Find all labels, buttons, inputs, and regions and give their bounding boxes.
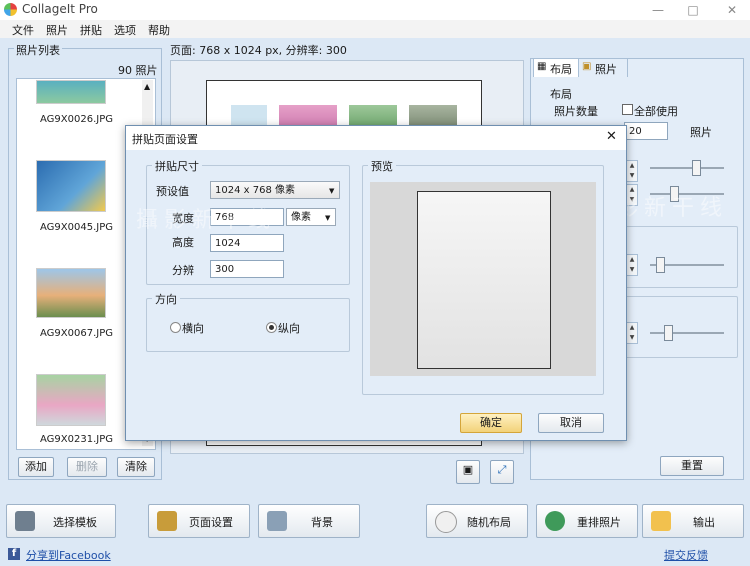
menu-photo[interactable]: 照片 [46, 22, 68, 38]
page-setup-button[interactable]: 页面设置 [148, 504, 250, 538]
layout-group-label: 布局 [550, 88, 572, 101]
photo-filename: AG9X0067.JPG [40, 328, 113, 339]
photo-thumbnail[interactable] [36, 160, 106, 212]
size-group-label: 拼贴尺寸 [152, 158, 202, 174]
photo-count-label: 90 照片 [118, 64, 158, 77]
app-logo-icon [4, 3, 17, 16]
crop-fit-icon[interactable]: ▣ [456, 460, 480, 484]
random-layout-label: 随机布局 [467, 516, 511, 529]
output-icon [651, 511, 671, 531]
facebook-icon: f [8, 548, 20, 560]
photo-icon: ▣ [582, 61, 592, 72]
unit-select[interactable]: 像素 ▼ [286, 208, 336, 226]
preset-select[interactable]: 1024 x 768 像素 ▼ [210, 181, 340, 199]
choose-template-button[interactable]: 选择模板 [6, 504, 116, 538]
random-layout-button[interactable]: 随机布局 [426, 504, 528, 538]
dialog-close-icon[interactable]: ✕ [606, 129, 617, 144]
feedback-link[interactable]: 提交反馈 [664, 547, 708, 563]
photo-filename: AG9X0231.JPG [40, 434, 113, 445]
preset-value: 1024 x 768 像素 [215, 185, 295, 196]
tab-layout[interactable]: ▦ 布局 [533, 58, 579, 77]
use-all-label: 全部使用 [634, 105, 678, 118]
height-input[interactable]: 1024 [210, 234, 284, 252]
spacing-slider[interactable] [650, 167, 724, 169]
template-icon [15, 511, 35, 531]
portrait-radio[interactable] [266, 322, 277, 333]
dialog-title-bar: 拼贴页面设置 ✕ [126, 126, 626, 150]
tab-photo-label: 照片 [595, 63, 617, 76]
preview-area [370, 182, 596, 376]
maximize-button[interactable]: □ [683, 2, 703, 18]
close-button[interactable]: ✕ [722, 2, 742, 18]
page-setup-dialog: 拼贴页面设置 ✕ 拼贴尺寸 预设值 1024 x 768 像素 ▼ 宽度 768… [125, 125, 627, 441]
landscape-radio[interactable] [170, 322, 181, 333]
menu-bar: 文件 照片 拼贴 选项 帮助 [0, 20, 750, 38]
title-bar: CollageIt Pro — □ ✕ [0, 0, 750, 20]
chevron-down-icon: ▼ [325, 214, 331, 222]
shuffle-photos-label: 重排照片 [577, 516, 621, 529]
grid-icon: ▦ [537, 61, 547, 72]
use-all-checkbox[interactable] [622, 104, 633, 115]
spacing-slider-thumb[interactable] [692, 160, 701, 176]
tab-photo[interactable]: ▣ 照片 [578, 58, 628, 77]
watermark-left: 攝影新干线 [136, 208, 277, 233]
tab-layout-label: 布局 [550, 63, 572, 76]
choose-template-label: 选择模板 [53, 516, 97, 529]
ok-button[interactable]: 确定 [460, 413, 522, 433]
unit-value: 像素 [291, 212, 311, 223]
app-title: CollageIt Pro [22, 2, 98, 16]
photo-thumbnail[interactable] [36, 374, 106, 426]
page-info: 页面: 768 x 1024 px, 分辨率: 300 [170, 44, 347, 57]
spacing-stepper[interactable]: ▲ ▼ [626, 160, 638, 182]
page-setup-label: 页面设置 [189, 516, 233, 529]
photo-count-unit: 照片 [690, 126, 712, 139]
photo-count-setting-label: 照片数量 [554, 105, 598, 118]
dialog-title: 拼贴页面设置 [132, 133, 198, 146]
cancel-button[interactable]: 取消 [538, 413, 604, 433]
menu-help[interactable]: 帮助 [148, 22, 170, 38]
add-photo-button[interactable]: 添加 [18, 457, 54, 477]
menu-options[interactable]: 选项 [114, 22, 136, 38]
chevron-down-icon: ▼ [329, 187, 335, 195]
page-setup-icon [157, 511, 177, 531]
reset-button[interactable]: 重置 [660, 456, 724, 476]
shadow-slider[interactable] [650, 332, 724, 334]
resolution-input[interactable]: 300 [210, 260, 284, 278]
shuffle-photos-button[interactable]: 重排照片 [536, 504, 638, 538]
border-stepper[interactable]: ▲ ▼ [626, 254, 638, 276]
landscape-label: 横向 [182, 322, 204, 335]
resolution-label: 分辨 [172, 264, 194, 277]
clear-photos-button[interactable]: 清除 [117, 457, 155, 477]
portrait-label: 纵向 [278, 322, 300, 335]
background-icon [267, 511, 287, 531]
preset-label: 预设值 [156, 185, 189, 198]
photo-filename: AG9X0026.JPG [40, 114, 113, 125]
delete-photo-button[interactable]: 删除 [67, 457, 107, 477]
photo-list-title: 照片列表 [14, 42, 62, 58]
shadow-slider-thumb[interactable] [664, 325, 673, 341]
photo-thumbnail[interactable] [36, 268, 106, 318]
orientation-group-label: 方向 [152, 291, 180, 307]
shadow-stepper[interactable]: ▲ ▼ [626, 322, 638, 344]
border-slider-thumb[interactable] [656, 257, 665, 273]
background-button[interactable]: 背景 [258, 504, 360, 538]
photo-thumbnail[interactable] [36, 80, 106, 104]
menu-file[interactable]: 文件 [12, 22, 34, 38]
height-label: 高度 [172, 236, 194, 249]
dice-icon [435, 511, 457, 533]
output-label: 输出 [693, 516, 715, 529]
share-facebook-link[interactable]: 分享到Facebook [26, 547, 111, 563]
menu-collage[interactable]: 拼贴 [80, 22, 102, 38]
photo-filename: AG9X0045.JPG [40, 222, 113, 233]
background-label: 背景 [311, 516, 333, 529]
preview-page [417, 191, 551, 369]
output-button[interactable]: 输出 [642, 504, 744, 538]
shuffle-icon [545, 511, 565, 531]
scroll-up-icon[interactable]: ▲ [144, 82, 150, 91]
photo-count-input[interactable]: 20 [624, 122, 668, 140]
preview-group-label: 预览 [368, 158, 396, 174]
minimize-button[interactable]: — [648, 2, 668, 18]
fullscreen-icon[interactable]: ⤢ [490, 460, 514, 484]
